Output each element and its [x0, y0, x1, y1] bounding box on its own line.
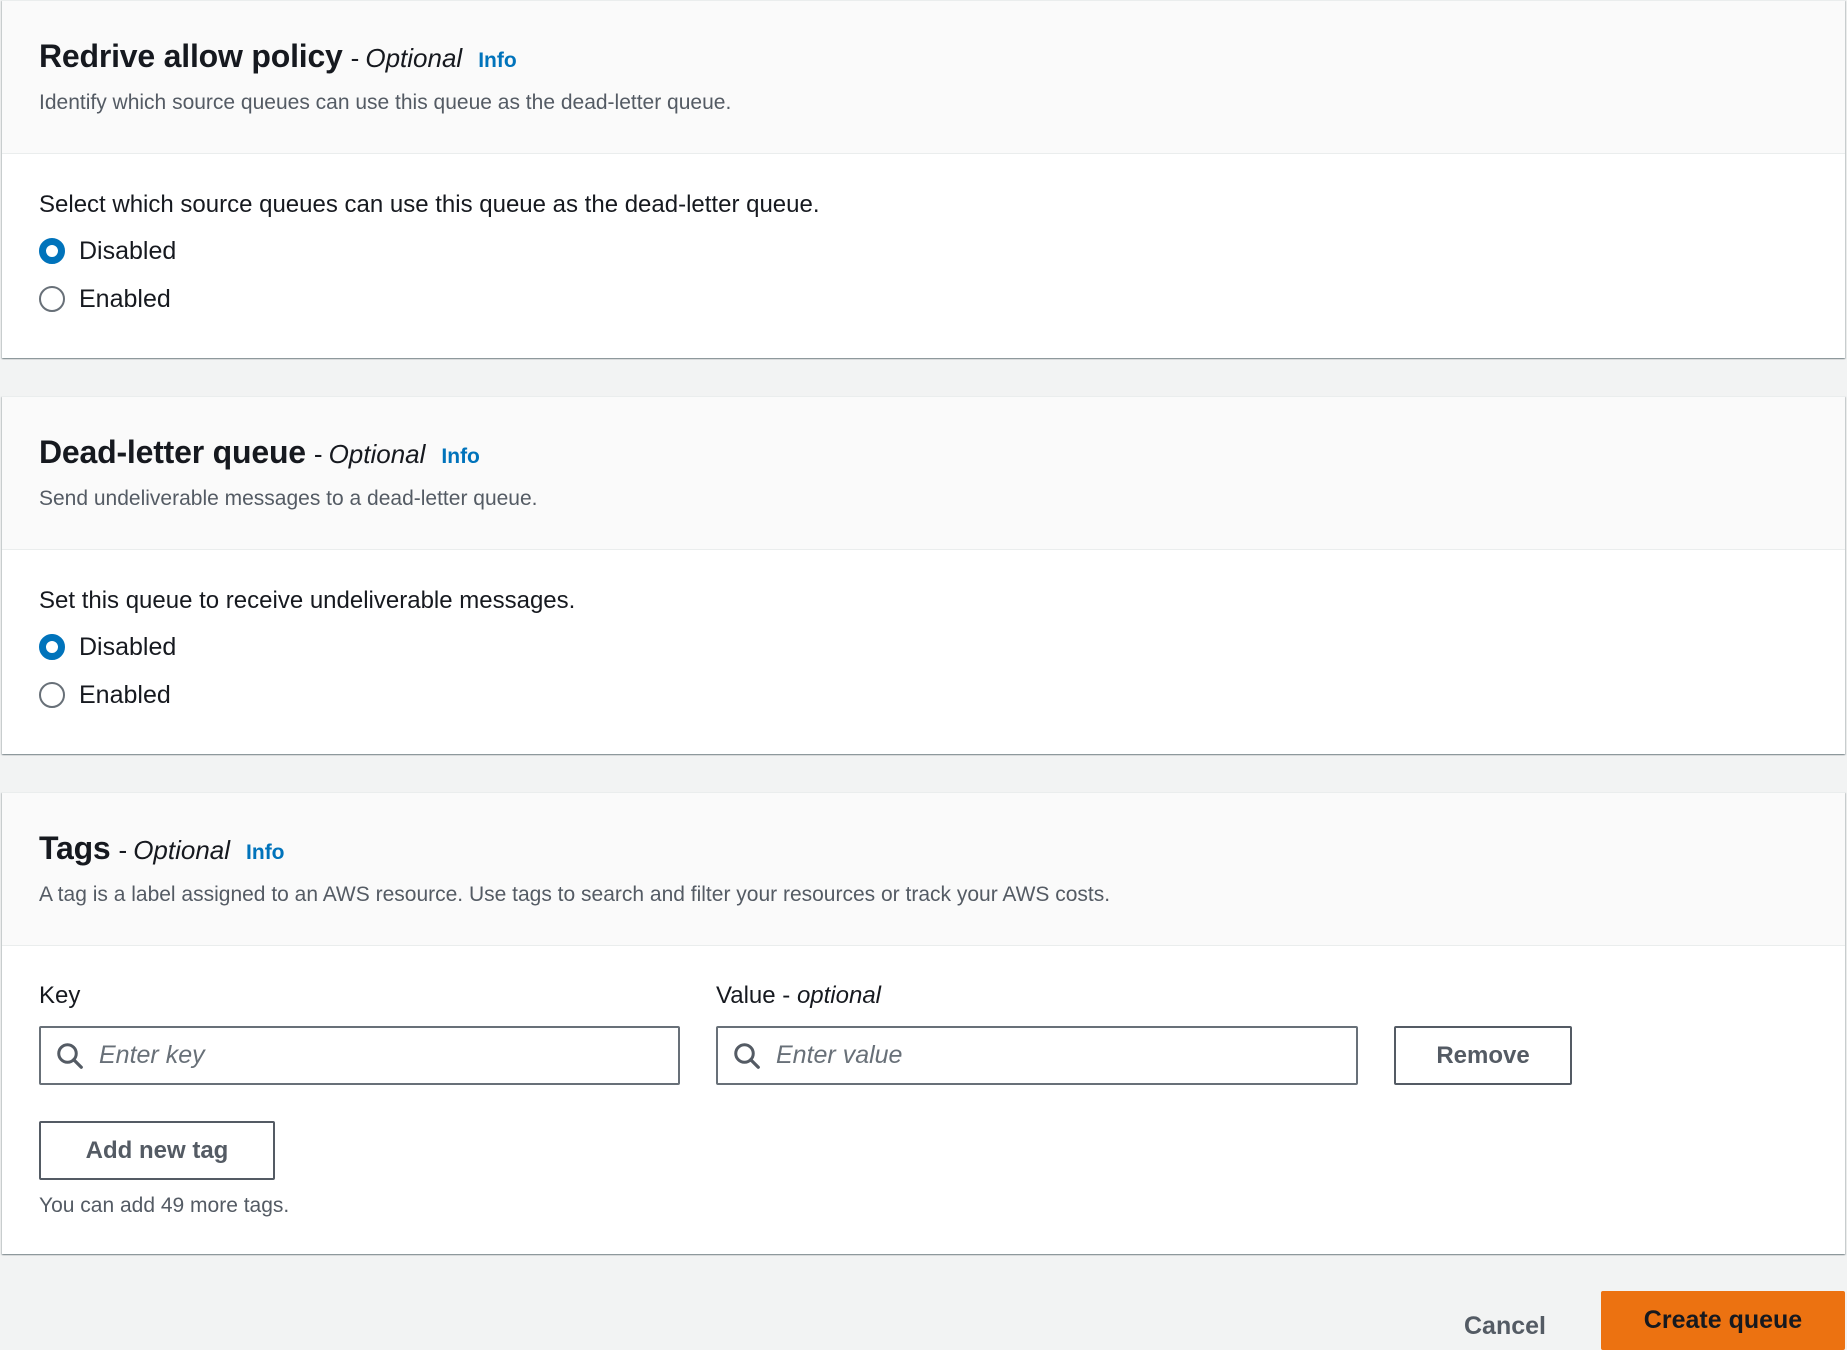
radio-enabled[interactable]	[39, 682, 65, 708]
tags-title-row: Tags - Optional Info	[39, 830, 285, 867]
dead-letter-queue-radio-group: Disabled Enabled	[39, 623, 1808, 719]
radio-disabled-selected[interactable]	[39, 634, 65, 660]
tag-value-input[interactable]	[776, 1041, 1356, 1070]
redrive-allow-policy-description: Identify which source queues can use thi…	[39, 91, 732, 114]
tags-header: Tags - Optional Info A tag is a label as…	[2, 793, 1845, 946]
tag-value-label-optional: optional	[796, 982, 882, 1009]
dead-letter-queue-header: Dead-letter queue - Optional Info Send u…	[2, 397, 1845, 550]
tags-title: Tags	[39, 830, 111, 866]
search-icon	[57, 1042, 83, 1069]
radio-label: Disabled	[79, 236, 177, 265]
dead-letter-queue-field-label: Set this queue to receive undeliverable …	[39, 587, 576, 614]
radio-label: Enabled	[79, 680, 171, 709]
optional-dash: -	[313, 439, 323, 469]
dead-letter-queue-title-row: Dead-letter queue - Optional Info	[39, 434, 480, 471]
tag-value-label: Value - optional	[716, 982, 881, 1010]
tag-value-input-wrapper[interactable]	[716, 1026, 1358, 1085]
create-queue-button[interactable]: Create queue	[1601, 1291, 1845, 1350]
radio-disabled-selected[interactable]	[39, 238, 65, 264]
optional-label: Optional	[328, 439, 426, 469]
dead-letter-queue-info-link[interactable]: Info	[441, 445, 479, 469]
dead-letter-queue-title: Dead-letter queue	[39, 434, 306, 470]
tags-remaining-hint: You can add 49 more tags.	[39, 1194, 290, 1217]
radio-enabled[interactable]	[39, 286, 65, 312]
tags-info-link[interactable]: Info	[246, 841, 284, 865]
redrive-allow-policy-enabled-option[interactable]: Enabled	[39, 275, 1808, 323]
redrive-allow-policy-info-link[interactable]: Info	[478, 49, 516, 73]
optional-label: Optional	[133, 835, 231, 865]
dead-letter-queue-disabled-option[interactable]: Disabled	[39, 623, 1808, 671]
search-icon	[734, 1042, 760, 1069]
radio-label: Disabled	[79, 632, 177, 661]
redrive-allow-policy-body: Select which source queues can use this …	[2, 154, 1845, 323]
tag-key-input[interactable]	[99, 1041, 678, 1070]
optional-dash: -	[350, 43, 360, 73]
redrive-allow-policy-panel: Redrive allow policy - Optional Info Ide…	[2, 0, 1845, 358]
redrive-allow-policy-disabled-option[interactable]: Disabled	[39, 227, 1808, 275]
optional-label: Optional	[365, 43, 463, 73]
create-queue-page: Redrive allow policy - Optional Info Ide…	[0, 0, 1847, 1350]
add-new-tag-button[interactable]: Add new tag	[39, 1121, 275, 1180]
redrive-allow-policy-title-row: Redrive allow policy - Optional Info	[39, 38, 517, 75]
redrive-allow-policy-field-label: Select which source queues can use this …	[39, 191, 820, 218]
dead-letter-queue-description: Send undeliverable messages to a dead-le…	[39, 487, 538, 510]
tag-key-input-wrapper[interactable]	[39, 1026, 680, 1085]
optional-dash: -	[118, 835, 128, 865]
tags-description: A tag is a label assigned to an AWS reso…	[39, 883, 1111, 906]
dead-letter-queue-panel: Dead-letter queue - Optional Info Send u…	[2, 396, 1845, 754]
tag-key-label: Key	[39, 982, 81, 1009]
tags-panel: Tags - Optional Info A tag is a label as…	[2, 792, 1845, 1254]
redrive-allow-policy-header: Redrive allow policy - Optional Info Ide…	[2, 1, 1845, 154]
dead-letter-queue-body: Set this queue to receive undeliverable …	[2, 550, 1845, 719]
dead-letter-queue-enabled-option[interactable]: Enabled	[39, 671, 1808, 719]
redrive-allow-policy-radio-group: Disabled Enabled	[39, 227, 1808, 323]
tags-body: Key Value - optional Remove	[2, 946, 1845, 1253]
remove-tag-button[interactable]: Remove	[1394, 1026, 1572, 1085]
radio-label: Enabled	[79, 284, 171, 313]
cancel-button[interactable]: Cancel	[1440, 1302, 1570, 1350]
redrive-allow-policy-title: Redrive allow policy	[39, 38, 343, 74]
tag-value-label-prefix: Value -	[716, 982, 791, 1009]
